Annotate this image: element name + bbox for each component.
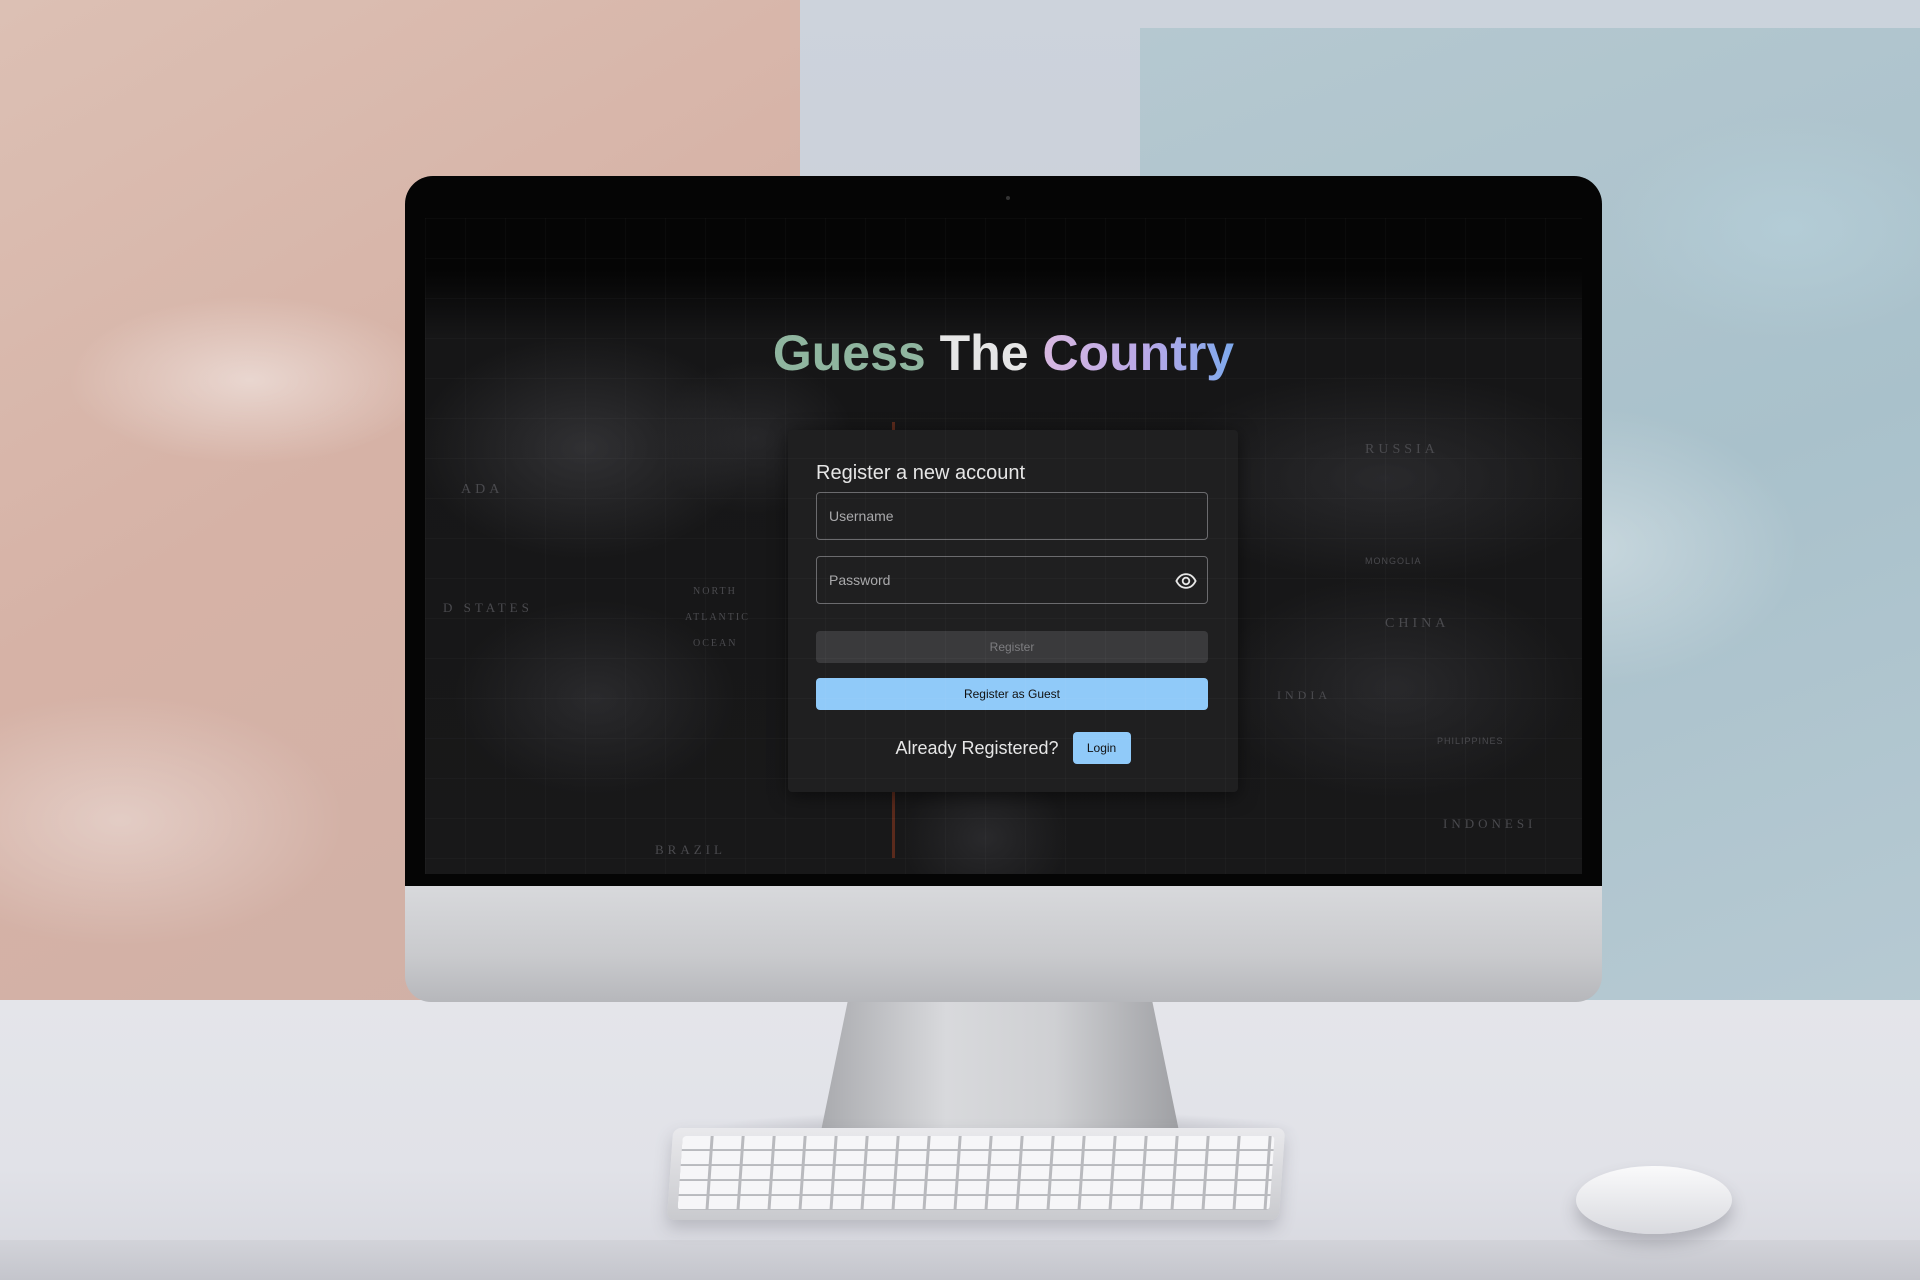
keyboard — [666, 1128, 1286, 1220]
app-title: Guess The Country — [425, 328, 1582, 378]
already-registered-text: Already Registered? — [895, 737, 1059, 758]
map-label-brazil: BRAZIL — [655, 842, 726, 857]
map-label-mongolia: MONGOLIA — [1365, 556, 1422, 566]
map-label-india: INDIA — [1277, 688, 1331, 702]
login-button[interactable]: Login — [1072, 732, 1131, 764]
map-label-indonesia: INDONESI — [1443, 816, 1537, 831]
map-label-atlantic-3: OCEAN — [693, 638, 738, 649]
map-label-atlantic-2: ATLANTIC — [685, 612, 750, 623]
register-as-guest-button[interactable]: Register as Guest — [816, 678, 1208, 710]
map-label-canada: ADA — [461, 482, 504, 497]
mouse — [1576, 1166, 1732, 1234]
map-label-atlantic-1: NORTH — [693, 586, 737, 597]
monitor-chin — [405, 886, 1602, 1002]
register-card: Register a new account Register Register… — [788, 430, 1238, 792]
title-word-guess: Guess — [772, 325, 926, 381]
map-label-china: CHINA — [1385, 616, 1450, 631]
map-label-russia: RUSSIA — [1365, 442, 1439, 457]
eye-icon[interactable] — [1175, 570, 1197, 592]
desk-edge — [0, 1240, 1920, 1280]
monitor-stand — [820, 996, 1180, 1136]
title-word-country: Country — [1042, 325, 1235, 381]
map-date-line-lower — [892, 792, 895, 858]
password-input[interactable] — [817, 557, 1207, 603]
camera-icon — [1006, 196, 1010, 200]
password-field — [816, 556, 1208, 604]
register-heading: Register a new account — [816, 462, 1026, 484]
map-label-philippines: PHILIPPINES — [1437, 736, 1504, 746]
app-screen: RUSSIA CHINA INDIA D STATES ADA NORTH AT… — [425, 218, 1582, 874]
map-label-united-states: D STATES — [443, 600, 533, 615]
login-prompt-row: Already Registered? Login — [788, 732, 1238, 764]
username-input[interactable] — [817, 493, 1207, 539]
username-field — [816, 492, 1208, 540]
register-button[interactable]: Register — [816, 631, 1208, 663]
title-word-the: The — [939, 325, 1029, 381]
keyboard-keys — [677, 1136, 1275, 1210]
